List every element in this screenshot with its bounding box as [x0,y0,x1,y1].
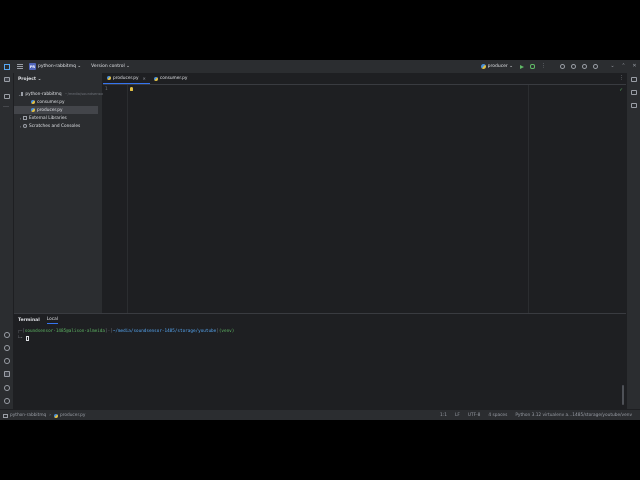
notifications-icon[interactable] [631,77,637,82]
tree-item-scratches[interactable]: › Scratches and Consoles [14,122,102,130]
structure-tool-icon[interactable] [4,94,10,99]
tree-item-label: Scratches and Consoles [29,123,81,129]
python-icon [480,64,486,69]
app-logo-icon [4,63,10,70]
breadcrumb-file[interactable]: producer.py [60,413,86,418]
tree-item-label: producer.py [37,107,63,113]
close-icon[interactable]: ✕ [632,64,637,69]
tab-consumer[interactable]: consumer.py [150,73,192,84]
settings-gear-icon[interactable] [593,64,598,69]
terminal-input-line[interactable]: └╼ [17,336,30,341]
line-separator[interactable]: LF [455,413,460,418]
status-bar: python-rabbitmq › producer.py 1:1 LF UTF… [0,409,640,420]
inspection-ok-icon[interactable]: ✓ [619,88,623,93]
file-encoding[interactable]: UTF-8 [468,413,481,418]
tab-producer[interactable]: producer.py ✕ [103,73,150,84]
line-number: 1 [105,87,108,92]
ide-window: PR python-rabbitmq ⌄ Version control ⌄ p… [0,60,640,420]
close-tab-icon[interactable]: ✕ [143,76,146,81]
run-config-selector[interactable]: producer ⌄ [480,64,513,69]
terminal-panel: Terminal Local ┌─[soundsensor-1485@aliso… [14,313,626,410]
python-file-icon [107,76,111,80]
project-switcher[interactable]: python-rabbitmq ⌄ [38,64,81,69]
terminal-prompt-line[interactable]: ┌─[soundsensor-1485@alison-almeida]-[~/m… [17,329,234,334]
right-tool-strip [626,73,640,413]
terminal-tool-icon[interactable] [4,371,10,377]
prompt-bracket: ]-[ [104,329,113,334]
library-icon [23,116,27,120]
main-menu-icon[interactable] [17,64,23,69]
python-interpreter[interactable]: Python 3.12 virtualenv a...1485/storage/… [515,413,632,418]
project-tool-icon[interactable] [4,77,10,82]
tree-item-consumer[interactable]: consumer.py [14,98,102,106]
debug-icon[interactable] [530,64,535,69]
breadcrumb-project[interactable]: python-rabbitmq [10,413,46,418]
tree-item-external-libraries[interactable]: › External Libraries [14,114,102,122]
terminal-title: Terminal [18,317,40,323]
editor-gutter: 1 [103,85,128,313]
python-file-icon [31,100,35,104]
python-file-icon [31,108,35,112]
tree-item-label: python-rabbitmq [25,91,62,97]
chevron-right-icon: › [49,413,51,418]
run-config-label: producer [487,64,508,69]
panel-title: Project ⌄ [18,77,42,82]
tree-item-root[interactable]: ⌄ python-rabbitmq ~/media/soundsensor-14… [14,90,114,98]
tab-label: producer.py [113,75,139,81]
git-icon[interactable] [4,398,10,404]
minimize-icon[interactable]: ⌄ [610,64,615,69]
terminal-scrollbar[interactable] [622,385,624,405]
left-tool-strip: … [0,73,14,413]
tree-item-label: consumer.py [37,99,65,105]
search-icon[interactable] [582,64,587,69]
tree-item-producer[interactable]: producer.py [14,106,98,114]
editor-tabs: producer.py ✕ consumer.py [103,73,626,85]
prompt-second: └╼ [17,336,23,341]
prompt-venv: (venv) [218,329,235,334]
indent-setting[interactable]: 4 spaces [488,413,507,418]
python-file-icon [53,413,58,418]
breadcrumb: python-rabbitmq › producer.py [3,413,85,418]
database-icon[interactable] [631,103,637,108]
vcs-widget[interactable]: Version control ⌄ [91,64,130,69]
vcs-label: Version control [91,64,125,69]
more-tools-icon[interactable]: … [3,102,9,109]
project-panel: Project ⌄ ⌄ python-rabbitmq ~/media/soun… [14,73,114,317]
run-icon[interactable] [520,64,524,69]
editor-area: producer.py ✕ consumer.py ⋮ 1 ✓ [103,73,626,313]
project-badge[interactable]: PR [29,63,36,70]
problems-icon[interactable] [4,385,10,391]
prompt-path: ~/media/soundsensor-1485/storage/youtube [112,329,217,334]
folder-icon [3,413,8,418]
panel-title-text: Project [18,77,37,82]
right-margin-guide [528,85,529,313]
services-icon[interactable] [4,358,10,364]
code-with-me-icon[interactable] [571,64,576,69]
tree-item-label: External Libraries [29,115,67,121]
python-packages-icon[interactable] [4,332,10,338]
ai-chat-icon[interactable] [631,90,637,95]
project-name: python-rabbitmq [38,64,76,69]
tab-label: consumer.py [159,76,188,81]
terminal-tabs: Terminal Local [14,314,58,326]
project-tree: ⌄ python-rabbitmq ~/media/soundsensor-14… [14,90,114,130]
terminal-tab-local[interactable]: Local [46,317,58,324]
title-bar: PR python-rabbitmq ⌄ Version control ⌄ p… [0,60,640,74]
folder-icon [21,92,24,96]
caret-position[interactable]: 1:1 [440,413,447,418]
lightbulb-icon[interactable] [130,87,133,91]
terminal-cursor [26,336,30,341]
ai-assistant-icon[interactable] [560,64,565,69]
prompt-user: soundsensor-1485@alison-almeida [24,329,105,334]
python-file-icon [153,76,158,81]
more-actions-icon[interactable]: ⋮ [541,64,546,69]
scratches-icon [23,124,27,128]
editor-tab-menu-icon[interactable]: ⋮ [619,75,624,81]
maximize-icon[interactable]: ⌃ [621,64,626,69]
python-console-icon[interactable] [4,345,10,351]
